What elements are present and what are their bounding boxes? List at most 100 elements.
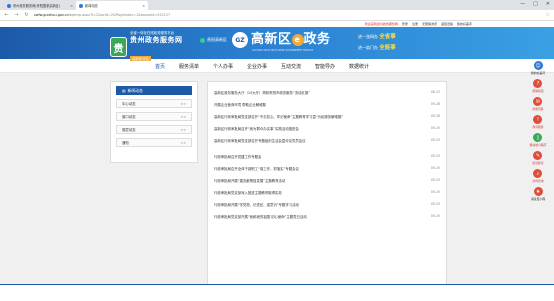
news-title[interactable]: 行政审批局开展“建言献策促发展”主题教育活动 [214,178,285,183]
float-bar-label: 我的好差评 [531,71,545,75]
news-category-sidebar: ▤ 新闻动态 中心动态 >> 窗口动态 >> 基层动态 >> 通知 >> [110,81,198,163]
help-icon: ? [533,79,543,88]
slogan: 进一张网办 全省事 进一扇门办 全能事 [358,32,418,54]
reload-icon[interactable]: ↻ [24,12,29,18]
favicon-icon [7,3,11,8]
sidebar-item[interactable]: 窗口动态 >> [116,112,192,121]
news-row[interactable]: 行政审批局召开党建工作专题会 09-25 [214,150,440,162]
news-date: 09-25 [430,138,440,142]
back-icon[interactable]: ← [4,12,9,18]
float-bar-item[interactable]: ★ 满意度小程 [531,187,545,201]
sidebar-item[interactable]: 中心动态 >> [116,99,192,108]
float-bar-item[interactable]: ☺ 我的好差评 [531,61,545,75]
sidebar-item[interactable]: 通知 >> [116,138,192,147]
news-row[interactable]: 开展企业营商环境 帮助企业解难题 09-28 [214,98,440,110]
news-title[interactable]: 高新区行政审批局召开“我为群众办实事”实践活动推进会 [214,126,299,131]
bookmark-star-icon[interactable]: ☆ [546,12,550,18]
close-tab-icon[interactable]: × [142,4,145,8]
news-row[interactable]: 高新区行政审批局党支部召开“不忘初心、牢记使命”主题教育学习暨“为民服务解难题”… [214,110,440,122]
nav-item[interactable]: 互动交流 [274,59,308,73]
sidebar-header-label: 新闻动态 [127,87,143,93]
sidebar-items: 中心动态 >> 窗口动态 >> 基层动态 >> 通知 >> [111,99,197,147]
news-row[interactable]: 行政审批局党支部开展“我和我的祖国·初心使命”主题党日活动 09-25 [214,210,440,222]
url-host: zwfw.guizhou.gov.cn [34,13,69,17]
province-emblem-icon: 贵 [110,37,127,57]
brand-title-mark: e [291,33,304,46]
news-title[interactable]: 行政审批局召开党建工作专题会 [214,154,261,159]
brand-title: 高新区 e 政务 [251,33,331,47]
news-title[interactable]: 行政审批局党支部开展“我和我的祖国·初心使命”主题党日活动 [214,214,307,219]
news-title[interactable]: 高新区行政审批局党支部召开“不忘初心、牢记使命”主题教育学习暨“为民服务解难题” [214,114,343,119]
url-field[interactable]: zwfw.guizhou.gov.cn/bqtmp.aspx?t=2&ocId=… [34,13,541,17]
url-path: /bqtmp.aspx?t=2&ocId=2&PageIndex=1&banae… [68,13,171,17]
news-date: 09-25 [430,154,440,158]
maximize-icon[interactable]: □ [533,1,538,7]
news-row[interactable]: 行政审批局开展“学党规、记党纪、强意识”专题学习活动 09-25 [214,198,440,210]
nav-item[interactable]: 智能导办 [308,59,342,73]
float-bar-item[interactable]: ⌕ 办件查询 [532,169,544,183]
news-date: 09-25 [430,126,440,130]
float-bar-item[interactable]: ▯ 移动端小程序 [529,133,547,147]
news-title[interactable]: 行政审批局党支部深入推进主题教育取得实效 [214,190,282,195]
slogan1-prefix: 进一张网办 [358,34,378,39]
news-row[interactable]: 行政审批局党支部深入推进主题教育取得实效 09-25 [214,186,440,198]
nav-item[interactable]: 个人办事 [206,59,240,73]
forward-icon[interactable]: → [14,12,19,18]
news-date: 08-25 [430,90,440,94]
site-header: 贵 全省一体化在线政务服务平台 贵州政务服务网 高新区分站 贵阳高新区 GZ 高… [0,27,554,61]
brand-subtitle: GUIYANG HIGH-TECH ZONE GOVERNMENT SERVIC… [252,49,314,52]
news-date: 09-25 [430,202,440,206]
chevron-right-icon: >> [180,140,186,145]
tab-label: 贵州政务服务网(贵阳国家高新区) [13,4,61,8]
float-bar-item[interactable]: ✎ 投诉建议 [532,151,544,165]
news-date: 09-25 [430,214,440,218]
close-tab-icon[interactable]: × [70,4,73,8]
nav-item[interactable]: 数据统计 [342,59,376,73]
float-bar-label: 智能问答 [532,107,544,111]
float-bar-label: 满意度小程 [531,197,545,201]
accessibility-link[interactable]: 无障碍浏览 [422,22,437,26]
float-bar-label: 移动端小程序 [529,143,547,147]
news-row[interactable]: 行政审批局开展“建言献策促发展”主题教育活动 09-25 [214,174,440,186]
minimize-icon[interactable]: — [520,1,525,7]
user-icon: ☺ [533,61,543,70]
browser-tab[interactable]: 贵州政务服务网(贵阳国家高新区) × [4,1,76,10]
old-version-link[interactable]: 返回旧版 [441,22,453,26]
news-title[interactable]: 开展企业营商环境 帮助企业解难题 [214,102,266,107]
brand-mark-icon: GZ [232,32,248,48]
login-link[interactable]: 登录 [402,22,408,26]
float-bar-item[interactable]: ✉ 智能问答 [532,97,544,111]
window-controls: — □ ✕ [520,1,550,7]
news-date: 09-25 [430,190,440,194]
browser-tab-active[interactable]: 新闻动态 × [76,1,148,10]
my-rating-link[interactable]: 我的好差评 [457,22,472,26]
float-bar-label: 帮助指南 [532,89,544,93]
close-window-icon[interactable]: ✕ [546,1,550,7]
page-footer [0,284,554,301]
page-content: ▤ 新闻动态 中心动态 >> 窗口动态 >> 基层动态 >> 通知 >> 高新区政务服务大厅（… [0,61,554,287]
news-list: 高新区政务服务大厅（15大厅）再获贵阳市政务服务“流动红旗” 08-25 开展企业营… [207,81,447,287]
chat-icon: ✉ [533,97,543,106]
address-bar: ← → ↻ zwfw.guizhou.gov.cn/bqtmp.aspx?t=2… [0,10,554,21]
news-date: 09-25 [430,178,440,182]
news-title[interactable]: 行政审批局召开全体干部职工“谋工作、抓落实”专题会议 [214,166,299,171]
search-icon: ⌕ [533,169,543,178]
site-logo[interactable]: 贵 全省一体化在线政务服务平台 贵州政务服务网 高新区分站 [110,30,183,64]
nav-item[interactable]: 企业办事 [240,59,274,73]
news-title[interactable]: 高新区政务服务大厅（15大厅）再获贵阳市政务服务“流动红旗” [214,90,310,95]
news-row[interactable]: 行政审批局召开全体干部职工“谋工作、抓落实”专题会议 09-25 [214,162,440,174]
news-date: 09-28 [430,102,440,106]
register-link[interactable]: 注册 [412,22,418,26]
float-bar-item[interactable]: ! 你问我答 [532,115,544,129]
news-title[interactable]: 高新区行政审批局党支部召开专题组织生活会暨评议党员会议 [214,138,306,143]
float-bar-item[interactable]: ? 帮助指南 [532,79,544,93]
sidebar-item-label: 基层动态 [122,128,136,132]
sidebar-item[interactable]: 基层动态 >> [116,125,192,134]
chevron-right-icon: >> [180,101,186,106]
news-row[interactable]: 高新区行政审批局党支部召开专题组织生活会暨评议党员会议 09-25 [214,134,440,146]
news-row[interactable]: 高新区政务服务大厅（15大厅）再获贵阳市政务服务“流动红旗” 08-25 [214,86,440,98]
news-row[interactable]: 高新区行政审批局召开“我为群众办实事”实践活动推进会 09-25 [214,122,440,134]
location-icon [200,37,205,43]
district-badge[interactable]: 贵阳高新区 [200,37,227,43]
news-title[interactable]: 行政审批局开展“学党规、记党纪、强意识”专题学习活动 [214,202,299,207]
